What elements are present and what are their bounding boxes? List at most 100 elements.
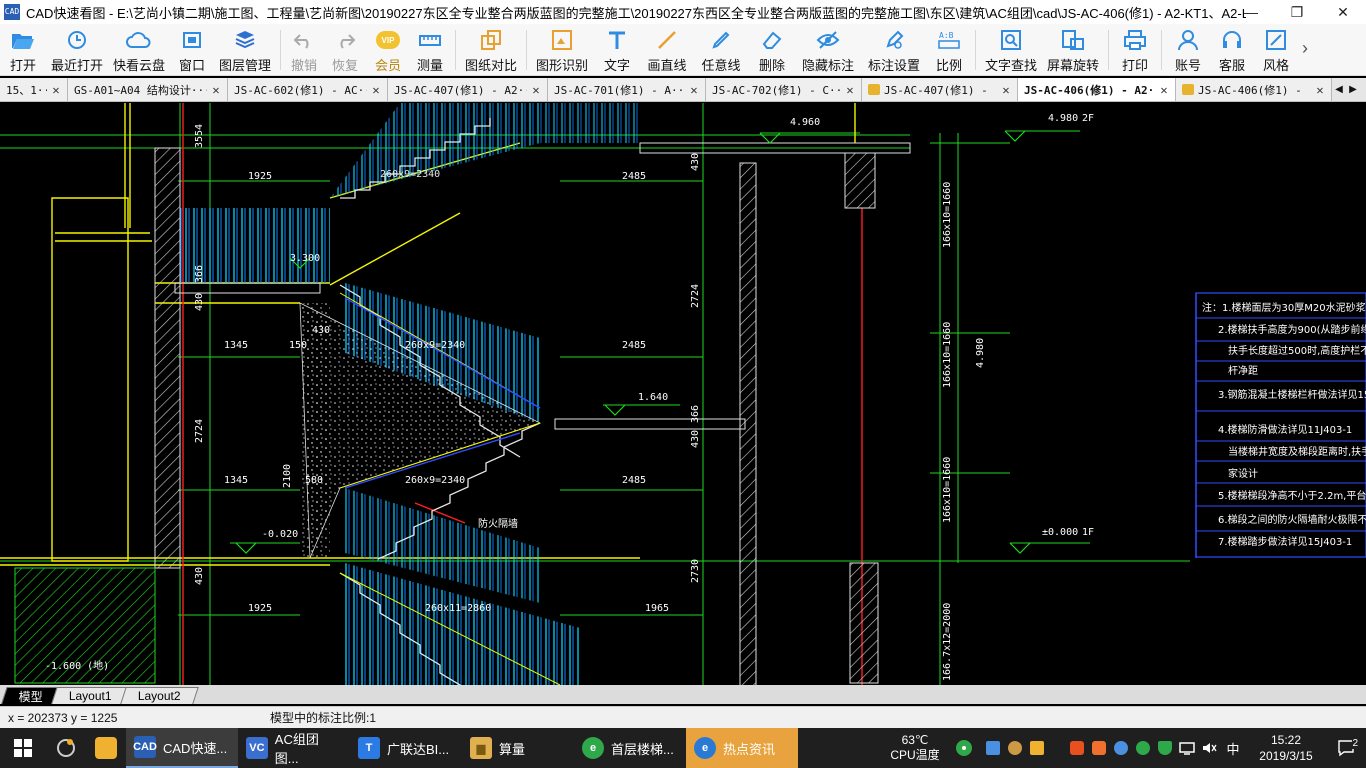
layout2-tab[interactable]: Layout2 [119, 687, 199, 704]
vip-label: 会员 [374, 58, 401, 73]
taskbar-task[interactable]: e 首层楼梯... [574, 728, 686, 768]
tray-box-icon[interactable] [1026, 737, 1048, 759]
doc-tab[interactable]: JS-AC-702(修1) - C··· ✕ [706, 78, 862, 101]
window-controls: — ❐ ✕ [1228, 0, 1366, 24]
maximize-button[interactable]: ❐ [1274, 0, 1320, 24]
note-line: 杆净距 [1228, 364, 1258, 377]
tab-prev-button[interactable]: ◀ [1332, 78, 1346, 101]
doc-tab[interactable]: 15、1···✕ [0, 78, 68, 101]
cursor-coordinates: x = 202373 y = 1225 [8, 710, 118, 725]
start-button[interactable] [0, 728, 46, 768]
volume-icon[interactable] [1198, 737, 1220, 759]
taskbar-task[interactable]: CAD CAD快速... [126, 728, 238, 768]
account-label: 账号 [1174, 58, 1201, 73]
doc-tab-active[interactable]: JS-AC-406(修1) - A2· ✕ [1018, 78, 1176, 101]
account-button[interactable]: 账号 [1166, 24, 1210, 76]
redo-button[interactable]: 恢复 [323, 24, 367, 76]
cloud-drive-button[interactable]: 快看云盘 [108, 24, 170, 76]
taskbar-task[interactable]: e 热点资讯 [686, 728, 798, 768]
layout1-tab[interactable]: Layout1 [51, 687, 130, 704]
taskbar-task[interactable]: VC AC组团图... [238, 728, 350, 768]
folder-icon: ▆ [470, 737, 492, 759]
doc-tab-label: GS-A01~A04 结构设计··· [74, 83, 207, 97]
text-search-button[interactable]: 文字查找 [980, 24, 1042, 76]
freehand-line-button[interactable]: 任意线 [693, 24, 749, 76]
drawing-compare-button[interactable]: 图纸对比 [460, 24, 522, 76]
close-tab-icon[interactable]: ✕ [999, 83, 1013, 97]
window-button[interactable]: 窗口 [170, 24, 214, 76]
style-icon [1263, 28, 1289, 52]
note-line: 6.梯段之间的防火隔墙耐火极限不低于2.0h [1218, 513, 1366, 526]
tab-next-button[interactable]: ▶ [1346, 78, 1360, 101]
minimize-button[interactable]: — [1228, 0, 1274, 24]
scale-button[interactable]: A:B 比例 [927, 24, 971, 76]
browser-taskbar-icon[interactable] [46, 728, 86, 768]
close-tab-icon[interactable]: ✕ [843, 83, 857, 97]
doc-tab-label: JS-AC-406(修1) - A2· [1024, 83, 1155, 97]
draw-line-button[interactable]: 画直线 [641, 24, 693, 76]
close-button[interactable]: ✕ [1320, 0, 1366, 24]
shape-recognize-label: 图形识别 [535, 58, 588, 73]
delete-button[interactable]: 删除 [749, 24, 795, 76]
doc-tab[interactable]: JS-AC-602(修1) - AC··· ✕ [228, 78, 388, 101]
network-icon[interactable] [1176, 737, 1198, 759]
tray-shield-icon[interactable] [1154, 737, 1176, 759]
dim-text: 166.7x12=2000 [942, 603, 953, 681]
undo-button[interactable]: 撤销 [285, 24, 323, 76]
open-button[interactable]: 打开 [0, 24, 46, 76]
doc-tab[interactable]: JS-AC-406(修1) - ···✕ [1176, 78, 1332, 101]
measure-button[interactable]: 测量 [409, 24, 451, 76]
tray-fire-icon[interactable] [1066, 737, 1088, 759]
style-button[interactable]: 风格 [1254, 24, 1298, 76]
note-line: 4.楼梯防滑做法详见11J403-1 [1218, 423, 1352, 436]
system-clock[interactable]: 15:22 2019/3/15 [1246, 732, 1326, 764]
drawing-canvas[interactable]: 注：1.楼梯面层为30厚M20水泥砂浆抹面压光 2.楼梯扶手高度为900(从踏步… [0, 103, 1366, 685]
tray-user-icon[interactable] [1004, 737, 1026, 759]
undo-icon [291, 28, 317, 52]
close-tab-icon[interactable]: ✕ [369, 83, 383, 97]
taskbar-task[interactable]: ▆ 算量 [462, 728, 574, 768]
tray-e-icon[interactable] [1132, 737, 1154, 759]
note-line: 注：1.楼梯面层为30厚M20水泥砂浆抹面压光 [1202, 301, 1366, 314]
layer-manager-button[interactable]: 图层管理 [214, 24, 276, 76]
hide-annotation-button[interactable]: 隐藏标注 [795, 24, 861, 76]
toolbar-more-button[interactable]: › [1298, 24, 1312, 76]
close-tab-icon[interactable]: ✕ [687, 83, 701, 97]
ime-indicator[interactable]: 中 [1220, 737, 1246, 759]
close-tab-icon[interactable]: ✕ [209, 83, 223, 97]
doc-tab[interactable]: JS-AC-407(修1) - A2··· ✕ [388, 78, 548, 101]
annotation-settings-button[interactable]: 标注设置 [861, 24, 927, 76]
doc-tab[interactable]: JS-AC-701(修1) - A··· ✕ [548, 78, 706, 101]
dim-text: 430 [312, 325, 330, 336]
shape-recognize-button[interactable]: 图形识别 [531, 24, 593, 76]
dim-text: 2485 [622, 340, 646, 351]
eye-hide-icon [815, 28, 841, 52]
drawing-compare-label: 图纸对比 [464, 58, 517, 73]
vip-button[interactable]: VIP 会员 [367, 24, 409, 76]
close-tab-icon[interactable]: ✕ [1313, 83, 1327, 97]
text-button[interactable]: 文字 [593, 24, 641, 76]
tray-s-icon[interactable] [1088, 737, 1110, 759]
radiation-icon[interactable] [946, 737, 982, 759]
dim-text: 166x10=1660 [942, 457, 953, 523]
scale-label: 比例 [935, 58, 962, 73]
tray-app-icon[interactable] [982, 737, 1004, 759]
notification-center-button[interactable]: 2 [1326, 738, 1366, 757]
print-button[interactable]: 打印 [1113, 24, 1157, 76]
undo-label: 撤销 [290, 58, 317, 73]
doc-tab-label: JS-AC-407(修1) - ··· [884, 83, 997, 97]
shape-recognize-icon [549, 28, 575, 52]
rotate-screen-button[interactable]: 屏幕旋转 [1042, 24, 1104, 76]
pinned-app-icon[interactable] [86, 728, 126, 768]
recent-open-button[interactable]: 最近打开 [46, 24, 108, 76]
doc-tab[interactable]: GS-A01~A04 结构设计··· ✕ [68, 78, 228, 101]
ruler-icon [417, 28, 443, 52]
taskbar-task[interactable]: T 广联达BI... [350, 728, 462, 768]
cpu-temperature[interactable]: 63℃ CPU温度 [884, 733, 946, 763]
close-tab-icon[interactable]: ✕ [49, 83, 63, 97]
customer-service-button[interactable]: 客服 [1210, 24, 1254, 76]
close-tab-icon[interactable]: ✕ [529, 83, 543, 97]
doc-tab[interactable]: JS-AC-407(修1) - ···✕ [862, 78, 1018, 101]
close-tab-icon[interactable]: ✕ [1157, 83, 1171, 97]
tray-g-icon[interactable] [1110, 737, 1132, 759]
